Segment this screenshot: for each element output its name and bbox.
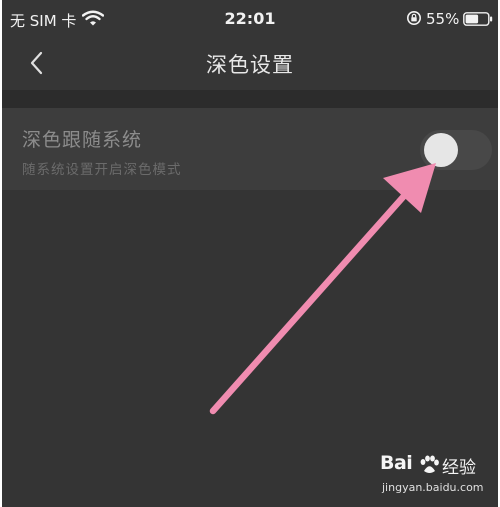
- phone-frame: 无 SIM 卡 22:01 55% 深色设置 深色跟随系统 随系统设置开启深色模…: [0, 0, 500, 507]
- watermark-url: jingyan.baidu.com: [382, 481, 484, 494]
- rotation-lock-icon: [407, 11, 421, 25]
- setting-label: 深色跟随系统: [22, 129, 143, 151]
- watermark-logo-text: Bai: [380, 452, 413, 474]
- battery-percent: 55%: [426, 10, 460, 28]
- setting-description: 随系统设置开启深色模式: [22, 162, 182, 178]
- navigation-bar: 深色设置: [2, 38, 498, 90]
- page-title: 深色设置: [206, 53, 294, 77]
- toggle-knob[interactable]: [424, 133, 458, 167]
- section-spacer: [2, 90, 498, 108]
- status-bar: 无 SIM 卡 22:01 55%: [2, 0, 498, 38]
- baidu-jingyan-watermark: Bai 经验 jingyan.baidu.com: [380, 452, 496, 502]
- app-screen: 无 SIM 卡 22:01 55% 深色设置 深色跟随系统 随系统设置开启深色模…: [2, 0, 498, 507]
- paw-icon: [420, 455, 439, 473]
- watermark-suffix: 经验: [442, 458, 476, 478]
- battery-icon: [463, 12, 493, 26]
- clock: 22:01: [224, 9, 276, 28]
- follow-system-toggle[interactable]: [420, 130, 492, 170]
- setting-row-follow-system[interactable]: 深色跟随系统 随系统设置开启深色模式: [2, 108, 498, 190]
